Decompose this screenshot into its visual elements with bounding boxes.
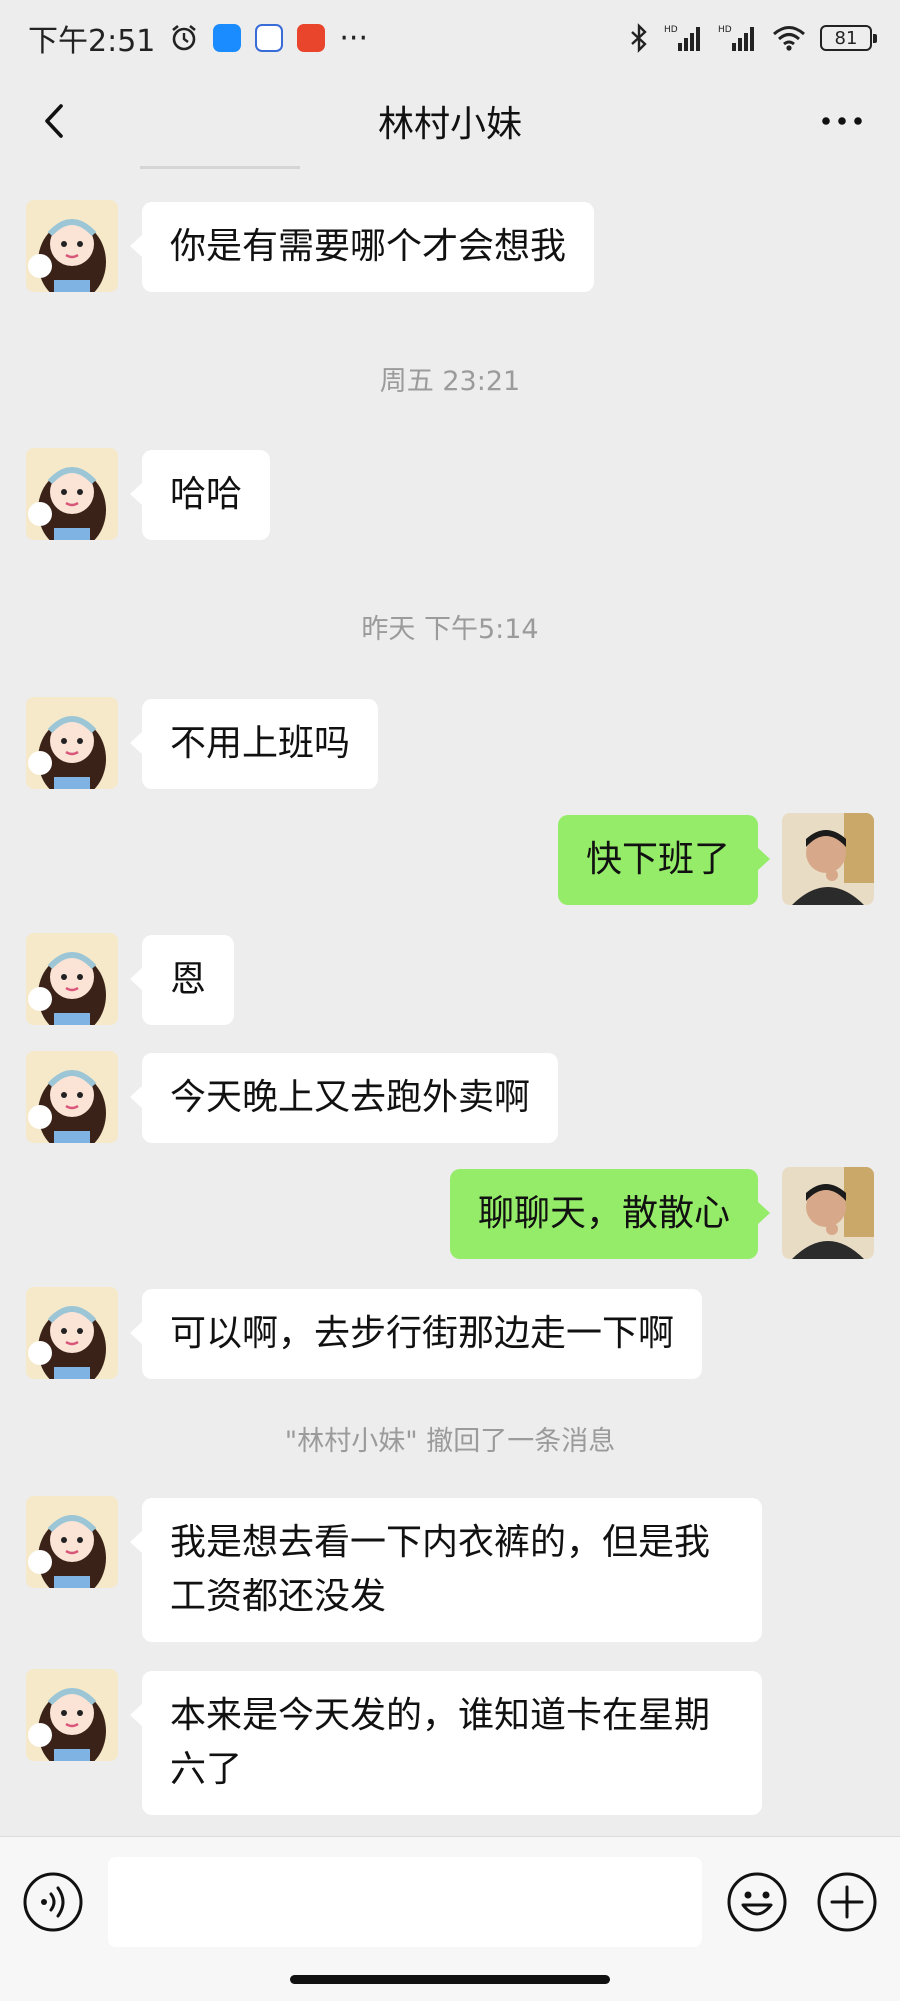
- chevron-left-icon: [45, 104, 63, 138]
- contact-avatar[interactable]: [26, 1496, 118, 1588]
- plus-icon: [817, 1872, 877, 1932]
- timestamp: 周五 23:21: [379, 366, 521, 397]
- emoji-icon: [727, 1872, 787, 1932]
- message-bubble[interactable]: 本来是今天发的，谁知道卡在星期 六了: [130, 1671, 762, 1815]
- back-button[interactable]: [30, 96, 80, 146]
- alarm-icon: [172, 24, 197, 51]
- message-input[interactable]: [108, 1857, 702, 1947]
- contact-avatar[interactable]: [26, 933, 118, 1025]
- message-bubble[interactable]: 不用上班吗: [129, 699, 379, 789]
- contact-avatar[interactable]: [26, 200, 118, 292]
- message-bubble[interactable]: 今天晚上又去跑外卖啊: [129, 1053, 559, 1143]
- message-text-line: 工资都还没发: [170, 1576, 387, 1617]
- sent-message-bubble[interactable]: 聊聊天，散散心: [449, 1169, 771, 1259]
- my-avatar[interactable]: [782, 1167, 874, 1259]
- status-left: 下午2:51 ···: [28, 16, 368, 60]
- more-functions-button[interactable]: [816, 1871, 878, 1933]
- battery-icon: 81: [820, 25, 877, 51]
- message-text: 你是有需要哪个才会想我: [170, 226, 567, 267]
- message-text: 哈哈: [170, 474, 243, 515]
- wifi-icon: [773, 26, 805, 51]
- message-text: 恩: [170, 959, 207, 1000]
- scroll-edge-fragment: [140, 166, 300, 169]
- message-text-line: 我是想去看一下内衣裤的，但是我: [170, 1522, 711, 1563]
- input-bar: [0, 1836, 900, 2001]
- voice-button[interactable]: [22, 1871, 84, 1933]
- baidu-app-icon: [255, 24, 284, 52]
- status-time: 下午2:51: [28, 24, 156, 59]
- message-text: 快下班了: [585, 839, 730, 880]
- hd-signal-icon: HD: [664, 25, 700, 51]
- message-bubble[interactable]: 你是有需要哪个才会想我: [129, 202, 595, 292]
- hd-signal-icon: HD: [718, 25, 754, 51]
- overflow-notifications: ···: [339, 20, 368, 56]
- message-bubble[interactable]: 哈哈: [129, 450, 271, 540]
- red-app-icon: [297, 24, 326, 52]
- voice-icon: [23, 1872, 83, 1932]
- more-dots-icon: [822, 117, 862, 125]
- timestamp: 昨天 下午5:14: [361, 614, 539, 645]
- contact-avatar[interactable]: [26, 1669, 118, 1761]
- contact-avatar[interactable]: [26, 1051, 118, 1143]
- message-bubble[interactable]: 可以啊，去步行街那边走一下啊: [129, 1289, 703, 1379]
- chat-title: 林村小妹: [377, 104, 522, 145]
- contact-avatar[interactable]: [26, 697, 118, 789]
- message-text: 今天晚上又去跑外卖啊: [170, 1077, 531, 1118]
- emoji-button[interactable]: [726, 1871, 788, 1933]
- bluetooth-icon: [631, 23, 647, 53]
- svg-text:HD: HD: [664, 25, 678, 35]
- svg-text:HD: HD: [718, 25, 732, 35]
- contact-avatar[interactable]: [26, 448, 118, 540]
- more-button[interactable]: [812, 96, 872, 146]
- message-bubble[interactable]: 恩: [129, 935, 235, 1025]
- home-indicator[interactable]: [290, 1975, 610, 1984]
- bluebird-app-icon: [213, 24, 242, 52]
- status-bar: 下午2:51 ··· HD HD 81: [0, 0, 900, 76]
- message-bubble[interactable]: 我是想去看一下内衣裤的，但是我 工资都还没发: [130, 1498, 762, 1642]
- sent-message-bubble[interactable]: 快下班了: [557, 815, 771, 905]
- battery-level: 81: [834, 27, 858, 49]
- message-text-line: 本来是今天发的，谁知道卡在星期: [170, 1695, 711, 1736]
- recall-notice: "林村小妹" 撤回了一条消息: [284, 1426, 616, 1457]
- message-text: 聊聊天，散散心: [477, 1193, 730, 1234]
- message-text: 可以啊，去步行街那边走一下啊: [170, 1313, 675, 1354]
- status-right: HD HD 81: [628, 23, 877, 53]
- my-avatar[interactable]: [782, 813, 874, 905]
- message-text-line: 六了: [170, 1749, 243, 1790]
- contact-avatar[interactable]: [26, 1287, 118, 1379]
- message-text: 不用上班吗: [170, 723, 351, 764]
- chat-header: 林村小妹: [0, 76, 900, 166]
